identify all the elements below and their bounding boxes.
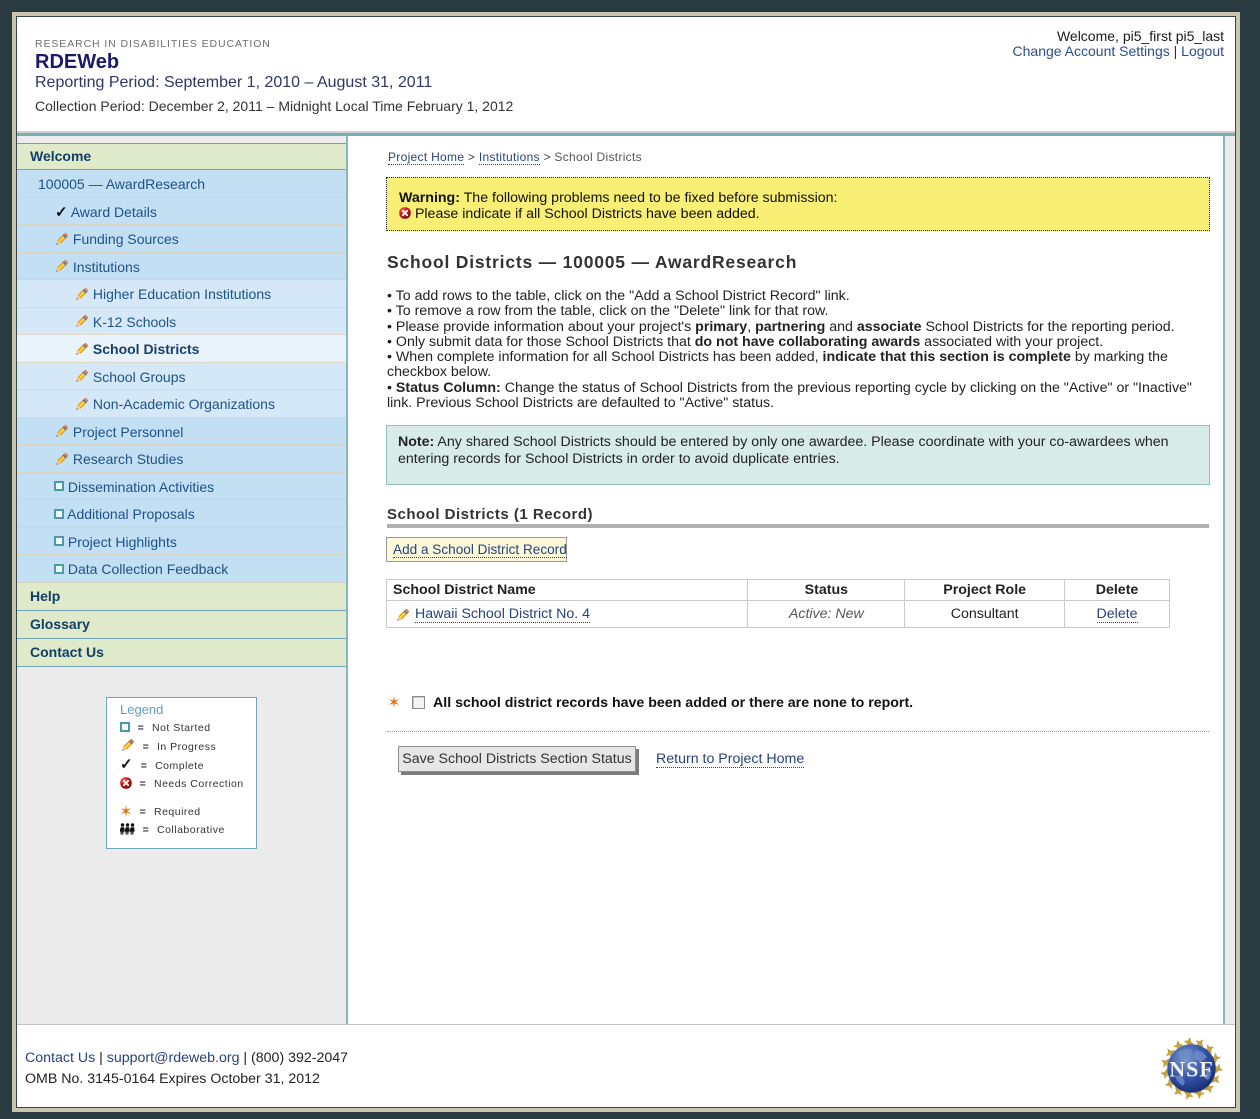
svg-text:NSF: NSF xyxy=(1169,1057,1214,1082)
